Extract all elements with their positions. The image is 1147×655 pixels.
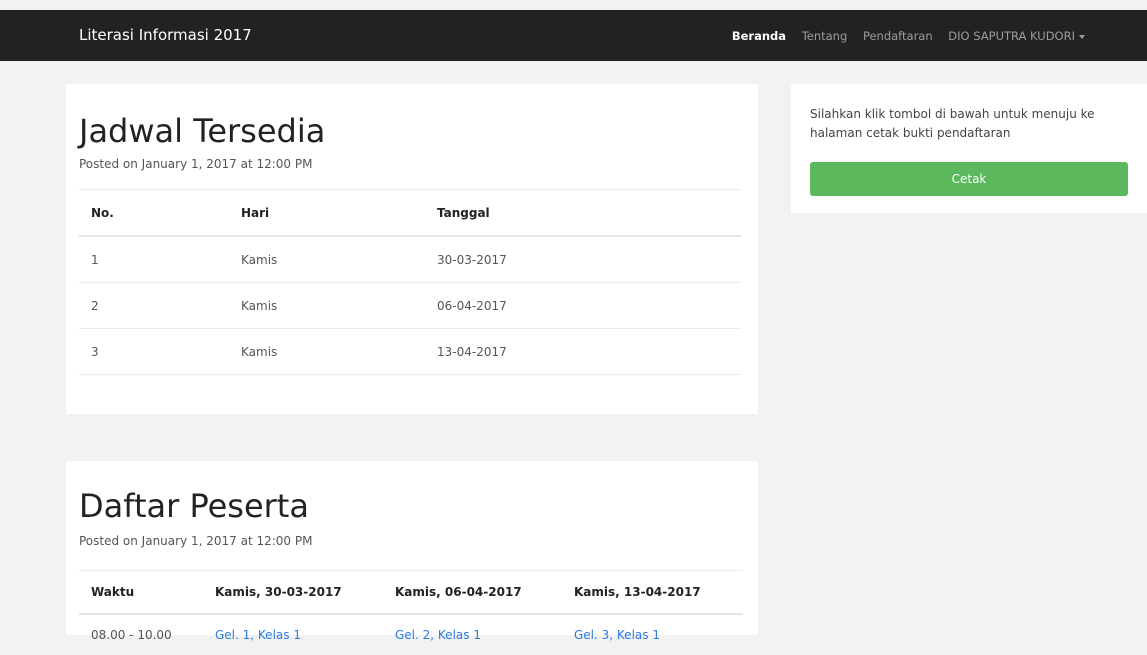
cetak-button[interactable]: Cetak — [810, 162, 1128, 196]
column-header: Tanggal — [425, 189, 741, 237]
table-cell: 2 — [79, 282, 229, 329]
peserta-posted-date: Posted on January 1, 2017 at 12:00 PM — [79, 534, 313, 548]
session-link[interactable]: Gel. 1, Kelas 1 — [215, 628, 301, 642]
nav-menu: Beranda Tentang Pendaftaran DIO SAPUTRA … — [720, 29, 1085, 43]
column-header: Kamis, 06-04-2017 — [383, 570, 562, 615]
column-header: Waktu — [79, 570, 203, 615]
session-link[interactable]: Gel. 3, Kelas 1 — [574, 628, 660, 642]
table-cell: 1 — [79, 235, 229, 283]
cetak-sidebar: Silahkan klik tombol di bawah untuk menu… — [791, 84, 1147, 213]
navbar: Literasi Informasi 2017 Beranda Tentang … — [0, 10, 1147, 61]
user-menu-label: DIO SAPUTRA KUDORI — [948, 29, 1075, 43]
cetak-instruction: Silahkan klik tombol di bawah untuk menu… — [810, 107, 1095, 140]
column-header: Hari — [229, 189, 425, 237]
table-cell: Kamis — [229, 282, 425, 329]
table-cell: 13-04-2017 — [425, 328, 741, 375]
table-header-row: Waktu Kamis, 30-03-2017 Kamis, 06-04-201… — [79, 570, 743, 615]
table-cell: 3 — [79, 328, 229, 375]
session-link[interactable]: Gel. 2, Kelas 1 — [395, 628, 481, 642]
table-row: 1 Kamis 30-03-2017 — [79, 235, 741, 283]
peserta-table: Waktu Kamis, 30-03-2017 Kamis, 06-04-201… — [79, 570, 743, 655]
user-menu[interactable]: DIO SAPUTRA KUDORI — [948, 29, 1085, 43]
column-header: Kamis, 13-04-2017 — [562, 570, 743, 615]
column-header: Kamis, 30-03-2017 — [203, 570, 383, 615]
column-header: No. — [79, 189, 229, 237]
brand-title[interactable]: Literasi Informasi 2017 — [79, 26, 252, 44]
jadwal-posted-date: Posted on January 1, 2017 at 12:00 PM — [79, 157, 313, 171]
jadwal-card: Jadwal Tersedia Posted on January 1, 201… — [66, 84, 758, 414]
jadwal-title: Jadwal Tersedia — [79, 112, 326, 150]
table-cell: Kamis — [229, 235, 425, 283]
nav-item-beranda[interactable]: Beranda — [732, 29, 786, 43]
peserta-card: Daftar Peserta Posted on January 1, 2017… — [66, 461, 758, 655]
peserta-title: Daftar Peserta — [79, 487, 309, 525]
caret-down-icon — [1079, 34, 1085, 39]
table-cell: Kamis — [229, 328, 425, 375]
nav-item-tentang[interactable]: Tentang — [802, 29, 848, 43]
table-row: 2 Kamis 06-04-2017 — [79, 282, 741, 329]
table-cell: 06-04-2017 — [425, 282, 741, 329]
table-row: 3 Kamis 13-04-2017 — [79, 328, 741, 375]
jadwal-table: No. Hari Tanggal 1 Kamis 30-03-2017 2 Ka… — [79, 189, 741, 375]
table-cell: 30-03-2017 — [425, 235, 741, 283]
table-header-row: No. Hari Tanggal — [79, 189, 741, 237]
nav-item-pendaftaran[interactable]: Pendaftaran — [863, 29, 933, 43]
